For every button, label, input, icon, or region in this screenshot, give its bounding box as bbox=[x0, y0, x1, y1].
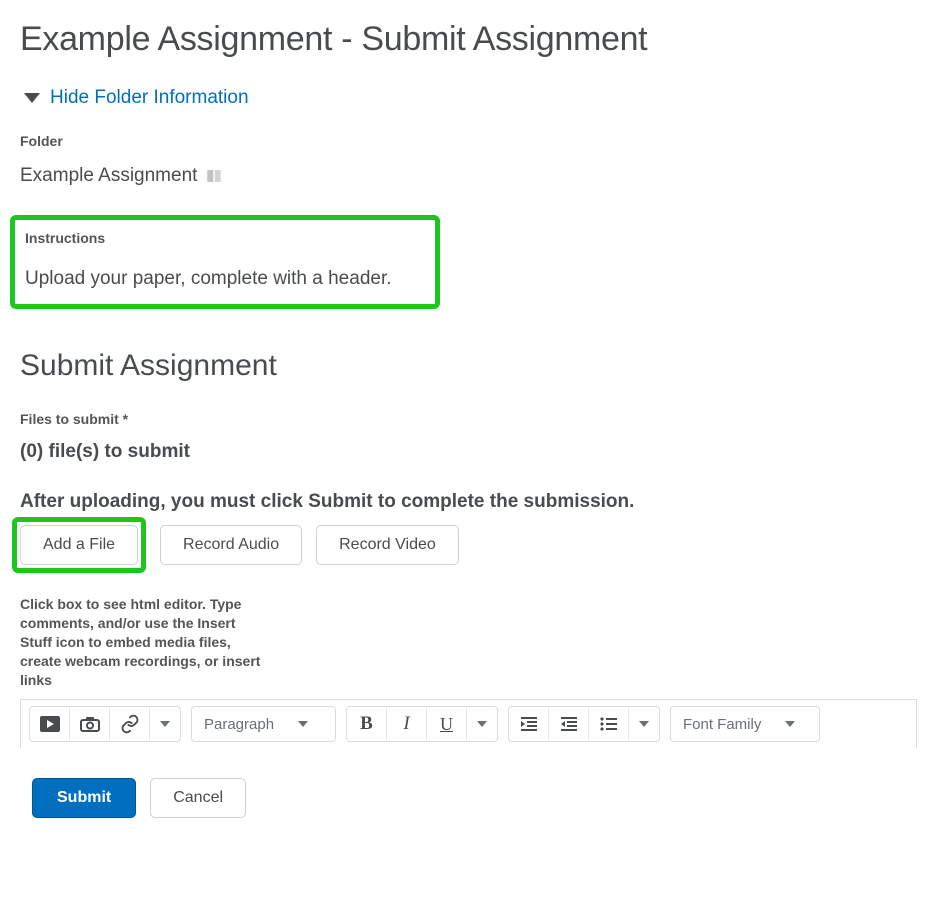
instructions-highlight: Instructions Upload your paper, complete… bbox=[10, 215, 440, 309]
instructions-label: Instructions bbox=[25, 230, 425, 246]
chevron-down-icon bbox=[785, 721, 795, 727]
page-title: Example Assignment - Submit Assignment bbox=[20, 20, 917, 59]
font-family-label: Font Family bbox=[683, 716, 761, 733]
list-more-dropdown[interactable] bbox=[629, 707, 659, 741]
add-file-highlight: Add a File bbox=[12, 517, 146, 573]
submit-button[interactable]: Submit bbox=[32, 778, 136, 818]
chevron-down-icon bbox=[298, 721, 308, 727]
add-file-button[interactable]: Add a File bbox=[20, 525, 138, 565]
paragraph-format-label: Paragraph bbox=[204, 716, 274, 733]
disclosure-triangle-icon bbox=[24, 93, 40, 103]
font-family-select[interactable]: Font Family bbox=[670, 706, 820, 742]
files-to-submit-label: Files to submit * bbox=[20, 411, 917, 427]
hide-folder-label: Hide Folder Information bbox=[50, 87, 249, 109]
paragraph-format-select[interactable]: Paragraph bbox=[191, 706, 336, 742]
insert-stuff-button[interactable] bbox=[30, 707, 70, 741]
indent-button[interactable] bbox=[509, 707, 549, 741]
insert-link-button[interactable] bbox=[110, 707, 150, 741]
bold-button[interactable]: B bbox=[347, 707, 387, 741]
files-count: (0) file(s) to submit bbox=[20, 441, 917, 463]
upload-hint: After uploading, you must click Submit t… bbox=[20, 491, 917, 513]
folder-name: Example Assignment bbox=[20, 165, 197, 187]
insert-more-dropdown[interactable] bbox=[150, 707, 180, 741]
record-video-button[interactable]: Record Video bbox=[316, 525, 459, 565]
record-audio-button[interactable]: Record Audio bbox=[160, 525, 302, 565]
insert-image-button[interactable] bbox=[70, 707, 110, 741]
hide-folder-toggle[interactable]: Hide Folder Information bbox=[20, 87, 917, 109]
cancel-button[interactable]: Cancel bbox=[150, 778, 246, 818]
outdent-button[interactable] bbox=[549, 707, 589, 741]
text-format-more-dropdown[interactable] bbox=[467, 707, 497, 741]
editor-toolbar: Paragraph B I U Font Family bbox=[20, 699, 917, 748]
submit-assignment-heading: Submit Assignment bbox=[20, 349, 917, 383]
folder-label: Folder bbox=[20, 133, 917, 149]
instructions-text: Upload your paper, complete with a heade… bbox=[25, 268, 425, 290]
underline-button[interactable]: U bbox=[427, 707, 467, 741]
italic-button[interactable]: I bbox=[387, 707, 427, 741]
list-button[interactable] bbox=[589, 707, 629, 741]
comments-editor-hint: Click box to see html editor. Type comme… bbox=[20, 595, 270, 689]
originality-check-icon bbox=[205, 167, 223, 185]
